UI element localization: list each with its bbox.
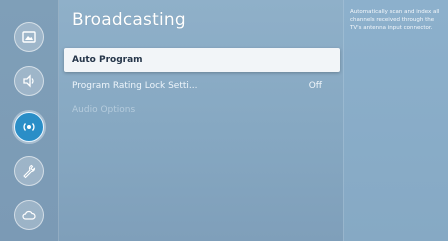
support-cloud-icon[interactable] — [14, 200, 44, 230]
menu-item-program-rating-lock[interactable]: Program Rating Lock Setti... Off — [64, 74, 340, 98]
broadcasting-menu-panel: Broadcasting Auto Program Program Rating… — [58, 0, 343, 241]
broadcasting-icon[interactable] — [14, 112, 44, 142]
menu-item-label: Audio Options — [72, 105, 136, 115]
settings-category-rail — [0, 0, 59, 241]
menu-item-auto-program[interactable]: Auto Program — [64, 48, 340, 72]
menu-item-value: Off — [308, 81, 322, 91]
menu-item-label: Program Rating Lock Setti... — [72, 81, 198, 91]
menu-item-label: Auto Program — [72, 55, 143, 65]
general-wrench-icon[interactable] — [14, 156, 44, 186]
picture-icon[interactable] — [14, 22, 44, 52]
wrench-icon-glyph — [23, 164, 36, 179]
help-description-text: Automatically scan and index all channel… — [350, 9, 440, 31]
sound-icon-glyph — [23, 74, 34, 88]
cloud-icon-glyph — [22, 210, 36, 220]
tv-settings-screen: Broadcasting Auto Program Program Rating… — [0, 0, 448, 241]
menu-item-audio-options: Audio Options — [64, 98, 340, 122]
broadcasting-icon-glyph — [23, 123, 35, 131]
sound-icon[interactable] — [14, 66, 44, 96]
picture-icon-glyph — [22, 31, 36, 43]
page-title: Broadcasting — [72, 10, 186, 30]
help-description-panel: Automatically scan and index all channel… — [343, 0, 448, 241]
